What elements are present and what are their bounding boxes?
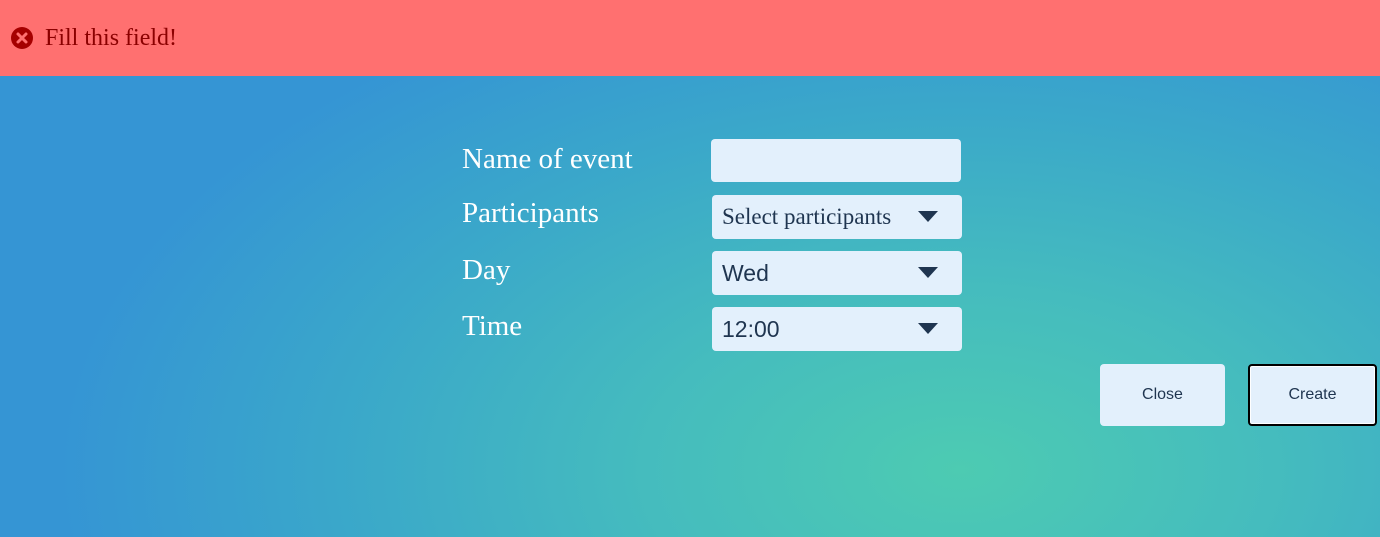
error-message: Fill this field! xyxy=(45,24,177,51)
time-select-value: 12:00 xyxy=(722,315,780,342)
chevron-down-icon xyxy=(918,323,938,335)
create-button[interactable]: Create xyxy=(1248,364,1377,426)
name-of-event-input[interactable] xyxy=(711,139,961,182)
error-circle-x-icon xyxy=(10,26,34,50)
chevron-down-icon xyxy=(918,267,938,279)
chevron-down-icon xyxy=(918,211,938,223)
name-of-event-label: Name of event xyxy=(462,143,633,175)
time-label: Time xyxy=(462,310,523,342)
time-select[interactable]: 12:00 xyxy=(712,307,962,351)
day-label: Day xyxy=(462,254,511,286)
participants-select[interactable]: Select participants xyxy=(712,195,962,239)
day-select-value: Wed xyxy=(722,259,769,286)
participants-label: Participants xyxy=(462,197,599,229)
day-select[interactable]: Wed xyxy=(712,251,962,295)
error-banner: Fill this field! xyxy=(0,0,1380,76)
close-button[interactable]: Close xyxy=(1100,364,1225,426)
participants-select-value: Select participants xyxy=(722,204,892,229)
